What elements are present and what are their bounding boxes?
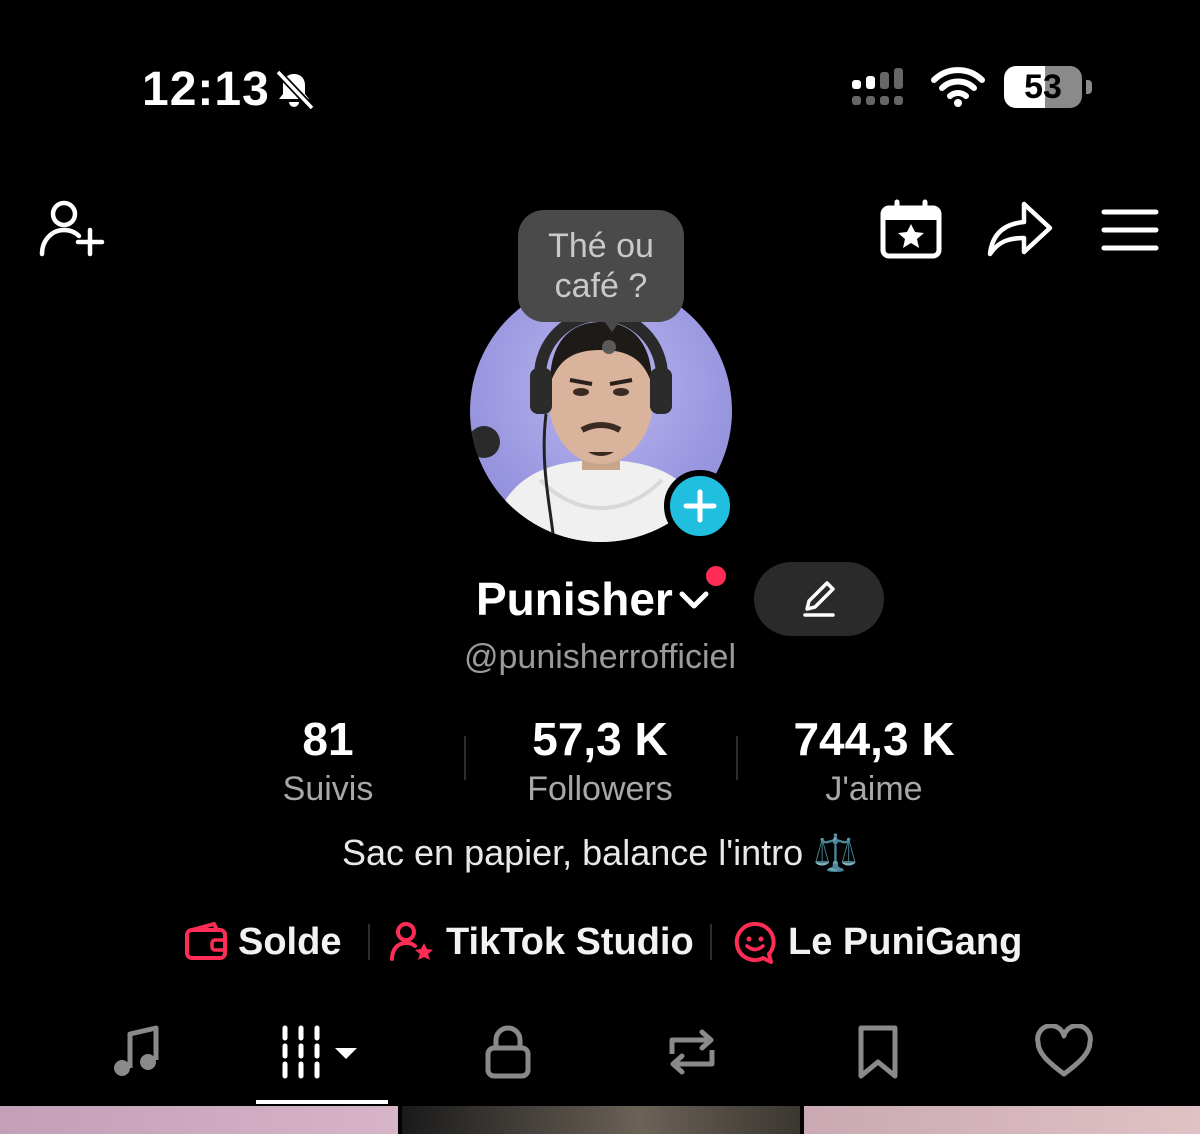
punigang-label: Le PuniGang <box>788 920 1023 963</box>
heart-icon <box>1035 1024 1093 1077</box>
bell-slash-icon <box>275 69 315 111</box>
active-tab-indicator <box>256 1100 388 1104</box>
creator-star-icon <box>390 922 433 961</box>
pencil-icon <box>803 581 835 617</box>
edit-profile-button[interactable] <box>754 562 884 636</box>
profile-bio: Sac en papier, balance l'intro ⚖️ <box>341 832 858 873</box>
chevron-down-icon[interactable] <box>676 582 712 618</box>
bookmark-icon <box>858 1025 898 1079</box>
tiktok-studio-link[interactable]: TikTok Studio <box>390 918 694 966</box>
stat-divider <box>736 736 738 780</box>
note-dot <box>602 340 616 354</box>
username-handle: @punisherrofficiel <box>463 638 737 676</box>
reposts-tab[interactable] <box>632 1020 752 1084</box>
fan-club-icon <box>734 921 776 964</box>
battery-level: 53 <box>1024 68 1062 106</box>
share-icon[interactable] <box>986 198 1056 260</box>
followers-stat[interactable]: 57,3 K Followers <box>470 712 730 809</box>
status-time: 12:13 <box>142 63 270 116</box>
private-tab[interactable] <box>448 1020 568 1084</box>
followers-count: 57,3 K <box>532 713 668 765</box>
grid-dropdown-icon <box>282 1025 357 1079</box>
solde-label: Solde <box>238 920 342 963</box>
music-tab[interactable] <box>76 1020 196 1084</box>
video-thumbnail[interactable] <box>0 1106 398 1134</box>
likes-count: 744,3 K <box>793 713 955 765</box>
notification-dot <box>706 566 726 586</box>
repost-icon <box>669 1029 715 1075</box>
add-friend-icon[interactable] <box>36 196 108 262</box>
link-divider <box>710 924 712 960</box>
calendar-star-icon[interactable] <box>878 198 944 260</box>
battery-icon: 53 <box>1004 66 1092 110</box>
tiktok-studio-label: TikTok Studio <box>446 920 694 963</box>
wifi-icon <box>931 67 985 107</box>
lock-icon <box>485 1025 531 1079</box>
add-story-button[interactable] <box>664 470 736 542</box>
stat-divider <box>464 736 466 780</box>
link-divider <box>368 924 370 960</box>
likes-stat[interactable]: 744,3 K J'aime <box>744 712 1004 809</box>
note-line-2: café ? <box>554 267 648 305</box>
wallet-icon <box>185 922 227 960</box>
saved-tab[interactable] <box>818 1020 938 1084</box>
punigang-link[interactable]: Le PuniGang <box>732 918 1022 966</box>
videos-tab[interactable] <box>262 1020 382 1084</box>
note-line-1: Thé ou <box>548 227 654 265</box>
music-note-icon <box>114 1025 159 1076</box>
followers-label: Followers <box>527 770 673 808</box>
liked-tab[interactable] <box>1004 1020 1124 1084</box>
solde-link[interactable]: Solde <box>184 918 341 966</box>
video-thumbnail[interactable] <box>402 1106 800 1134</box>
cellular-signal-icon <box>852 68 903 105</box>
following-label: Suivis <box>282 770 374 808</box>
following-stat[interactable]: 81 Suivis <box>198 712 458 809</box>
video-thumbnail[interactable] <box>804 1106 1200 1134</box>
display-name[interactable]: Punisher <box>476 572 673 626</box>
following-count: 81 <box>302 713 354 765</box>
plus-icon <box>683 489 717 523</box>
note-tail <box>602 318 622 332</box>
likes-label: J'aime <box>825 770 923 808</box>
note-bubble[interactable]: Thé ou café ? <box>518 210 684 322</box>
hamburger-menu-icon[interactable] <box>1100 206 1160 254</box>
